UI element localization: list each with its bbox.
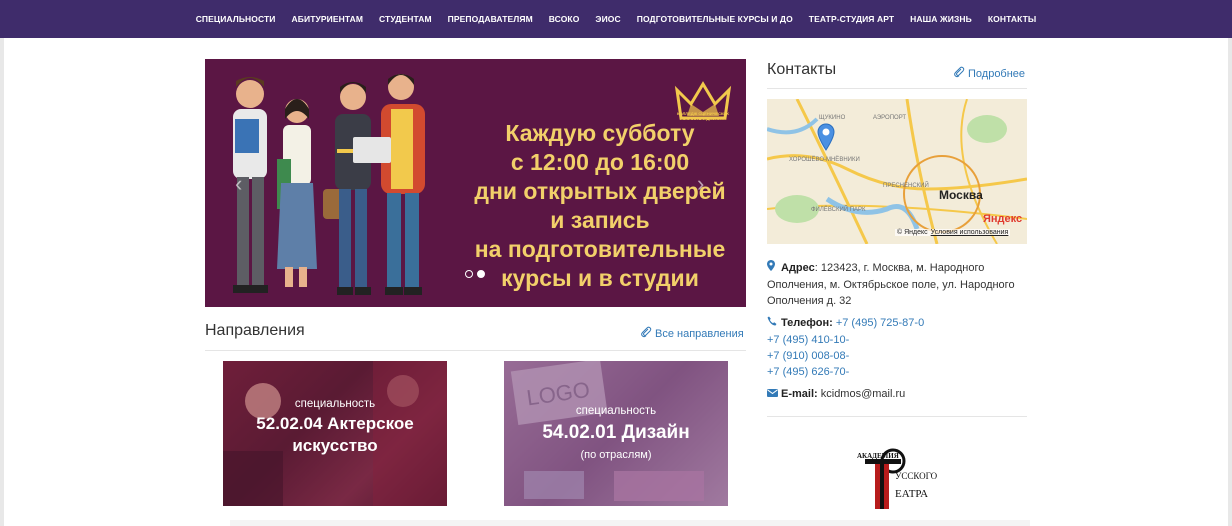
address-label: Адрес: [781, 262, 815, 274]
page-frame-left: [0, 38, 4, 526]
phone-number-link[interactable]: +7 (495) 725-87-0: [836, 317, 924, 329]
partner-logo-line3: ЕАТРА: [895, 488, 928, 500]
phone-block: Телефон: +7 (495) 725-87-0 +7 (495) 410-…: [767, 315, 1029, 380]
card-specialty-name: 52.02.04 Актерское искусство: [256, 414, 414, 455]
map-district-label: ПРЕСНЕНСКИЙ: [883, 183, 929, 189]
partner-logo-line2: УССКОГО: [895, 471, 938, 481]
email-block: E-mail: kcidmos@mail.ru: [767, 386, 1029, 403]
map-district-label: ХОРОШЁВО-МНЁВНИКИ: [789, 157, 860, 163]
carousel-next-arrow-icon[interactable]: ›: [697, 171, 704, 197]
russian-theatre-academy-logo[interactable]: АКАДЕМИЯ УССКОГО ЕАТРА: [857, 447, 941, 511]
nav-item-contacts[interactable]: КОНТАКТЫ: [980, 14, 1044, 24]
email-value[interactable]: kcidmos@mail.ru: [821, 388, 906, 400]
phone-number-link[interactable]: +7 (910) 008-08-: [767, 348, 1029, 364]
map-district-label: ФИЛЁВСКИЙ ПАРК: [811, 207, 866, 213]
nav-item-our-life[interactable]: НАША ЖИЗНЬ: [902, 14, 980, 24]
slide-line: и запись: [550, 207, 650, 233]
direction-card-design[interactable]: LOGO специальность 54.02.01 Дизайн (по о…: [504, 361, 728, 506]
paperclip-icon: [640, 326, 652, 341]
partner-logo-line1: АКАДЕМИЯ: [857, 452, 899, 460]
slide-line: курсы и в студии: [501, 265, 699, 291]
contacts-bottom-divider: [767, 416, 1027, 417]
map-city-label: Москва: [939, 188, 983, 202]
slide-line: дни открытых дверей: [474, 178, 726, 204]
yandex-map[interactable]: ЩУКИНО АЭРОПОРТ ХОРОШЁВО-МНЁВНИКИ ПРЕСНЕ…: [767, 99, 1027, 244]
slide-announcement: Каждую субботу с 12:00 до 16:00 дни откр…: [465, 119, 735, 293]
bottom-strip: [230, 520, 1030, 526]
card-specialty-label: специальность: [575, 405, 657, 417]
contacts-more-link[interactable]: Подробнее: [953, 66, 1025, 81]
carousel-indicators: [465, 270, 485, 278]
carousel-dot-active[interactable]: [477, 270, 485, 278]
contacts-more-label: Подробнее: [968, 67, 1026, 80]
phone-number-link[interactable]: +7 (495) 410-10-: [767, 332, 1029, 348]
students-illustration: [233, 74, 425, 295]
map-terms-link[interactable]: Условия использования: [931, 229, 1009, 236]
nav-item-teachers[interactable]: ПРЕПОДАВАТЕЛЯМ: [440, 14, 541, 24]
phone-label: Телефон:: [781, 317, 833, 329]
paperclip-icon: [953, 66, 965, 81]
all-directions-link[interactable]: Все направления: [640, 326, 744, 341]
directions-title: Направления: [205, 322, 305, 339]
nav-item-specialties[interactable]: СПЕЦИАЛЬНОСТИ: [188, 14, 284, 24]
phone-number-link[interactable]: +7 (495) 626-70-: [767, 364, 1029, 380]
nav-list: СПЕЦИАЛЬНОСТИ АБИТУРИЕНТАМ СТУДЕНТАМ ПРЕ…: [188, 14, 1045, 24]
phone-icon: [767, 316, 781, 332]
contacts-title: Контакты: [767, 61, 837, 78]
address-block: Адрес: 123423, г. Москва, м. Народного О…: [767, 260, 1029, 309]
slide-line: Каждую субботу: [505, 120, 695, 146]
hero-carousel[interactable]: КОЛЛЕДЖ СЦЕНИЧЕСКИХ ИСКУССТВ И ДИЗАЙНА К…: [205, 59, 746, 307]
nav-item-vsoko[interactable]: ВСОКО: [541, 14, 588, 24]
map-copyright-text: © Яндекс: [897, 229, 928, 236]
slide-line: с 12:00 до 16:00: [510, 149, 690, 175]
card-specialty-label: специальность: [294, 398, 376, 410]
top-navbar: СПЕЦИАЛЬНОСТИ АБИТУРИЕНТАМ СТУДЕНТАМ ПРЕ…: [0, 0, 1232, 38]
directions-divider: [205, 350, 746, 351]
card-specialty-name: 54.02.01 Дизайн: [542, 422, 690, 443]
carousel-dot[interactable]: [465, 270, 473, 278]
contacts-divider: [767, 88, 1027, 89]
map-marker-icon: [767, 260, 781, 277]
carousel-prev-arrow-icon[interactable]: ‹: [235, 171, 242, 197]
nav-item-applicants[interactable]: АБИТУРИЕНТАМ: [284, 14, 372, 24]
direction-card-acting[interactable]: специальность 52.02.04 Актерское искусст…: [223, 361, 447, 506]
nav-item-prep-courses[interactable]: ПОДГОТОВИТЕЛЬНЫЕ КУРСЫ И ДО: [629, 14, 801, 24]
nav-item-theatre-studio[interactable]: ТЕАТР-СТУДИЯ АРТ: [801, 14, 902, 24]
nav-item-students[interactable]: СТУДЕНТАМ: [371, 14, 440, 24]
map-copyright: © Яндекс Условия использования: [895, 229, 1011, 236]
map-district-label: ЩУКИНО: [819, 115, 846, 121]
map-district-label: АЭРОПОРТ: [873, 115, 907, 121]
nav-item-eios[interactable]: ЭИОС: [587, 14, 628, 24]
card-specialty-sub: (по отраслям): [580, 449, 652, 461]
envelope-icon: [767, 387, 781, 403]
yandex-brand-logo: Яндекс: [983, 213, 1023, 225]
email-label: E-mail:: [781, 388, 818, 400]
page-frame-right: [1228, 38, 1232, 526]
all-directions-label: Все направления: [655, 327, 744, 340]
slide-line: на подготовительные: [474, 236, 726, 262]
map-pin-icon[interactable]: [817, 123, 835, 151]
